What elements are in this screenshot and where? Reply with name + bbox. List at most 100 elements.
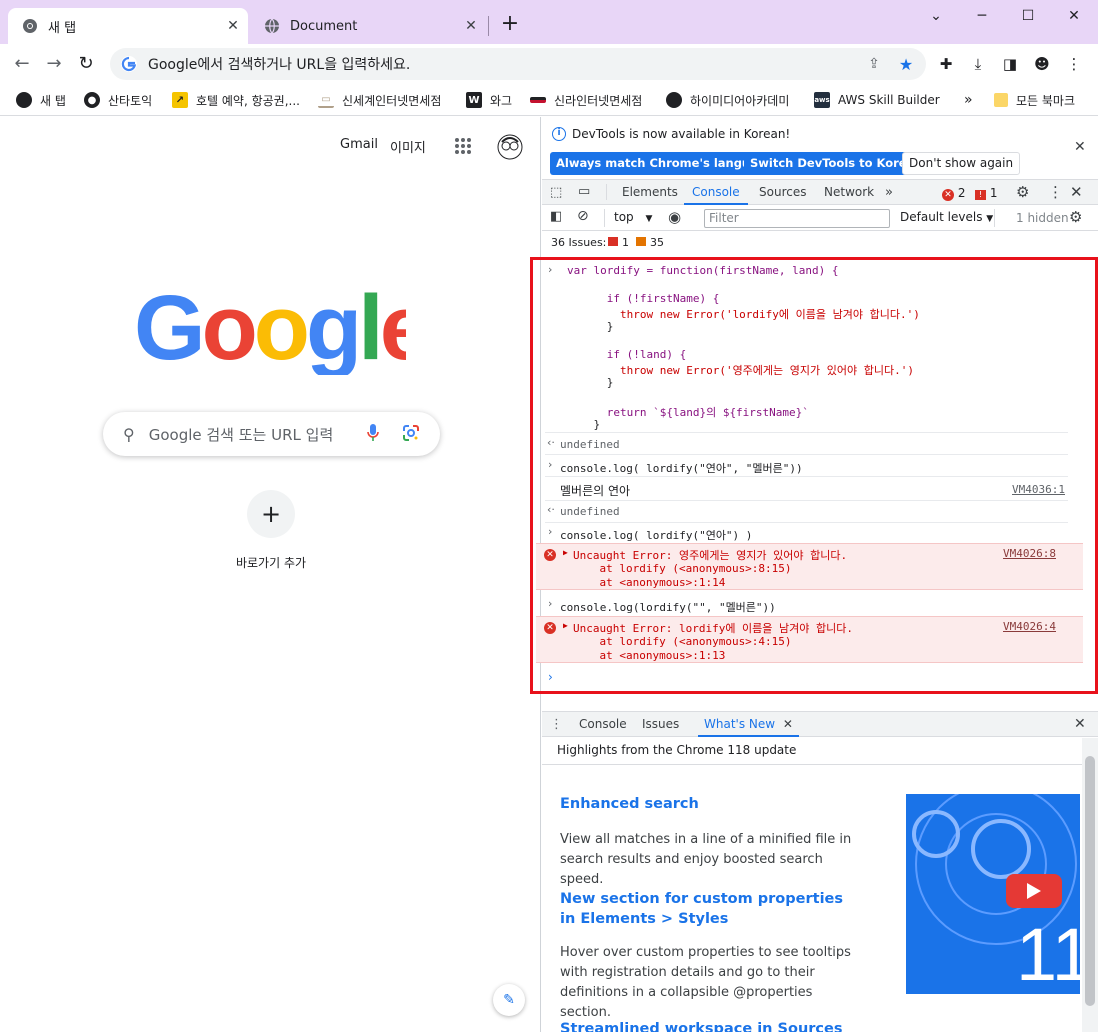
- issues-label: 36 Issues:: [551, 236, 607, 249]
- console-error-row[interactable]: ✕ ▶ Uncaught Error: lordify에 이름을 남겨야 합니다…: [536, 616, 1083, 663]
- address-bar[interactable]: Google에서 검색하거나 URL을 입력하세요. ⇪ ★: [110, 48, 926, 80]
- tab-separator: [488, 16, 489, 36]
- error-counter[interactable]: ✕ 2: [942, 186, 965, 201]
- customize-pencil-icon[interactable]: ✎: [493, 984, 525, 1016]
- voice-search-icon[interactable]: [366, 423, 386, 446]
- console-output[interactable]: › var lordify = function(firstName, land…: [530, 257, 1098, 694]
- drawer-tab-whats-new[interactable]: What's New ✕: [698, 712, 799, 737]
- gmail-link[interactable]: Gmail: [340, 137, 378, 152]
- source-link[interactable]: VM4026:4: [1003, 620, 1056, 633]
- search-placeholder: Google 검색 또는 URL 입력: [148, 425, 334, 444]
- issues-bar[interactable]: 36 Issues: 1 35: [542, 231, 1098, 255]
- all-bookmarks-folder[interactable]: 모든 북마크: [994, 90, 1075, 110]
- close-tab-icon[interactable]: ✕: [224, 18, 242, 34]
- tab-elements[interactable]: Elements: [622, 180, 678, 205]
- error-stack-line: at lordify (<anonymous>:8:15): [573, 562, 792, 575]
- warning-count: 1: [989, 186, 998, 200]
- bookmark-item[interactable]: ▭ 신세계인터넷면세점: [318, 90, 441, 110]
- bookmark-item[interactable]: 새 탭: [16, 90, 66, 110]
- drawer-menu-kebab-icon[interactable]: ⋮: [550, 717, 563, 732]
- tab-console[interactable]: Console: [684, 180, 748, 205]
- menu-kebab-icon[interactable]: ⋮: [1064, 54, 1084, 74]
- bookmark-item[interactable]: ● 산타토익: [84, 90, 152, 110]
- drawer-tab-issues[interactable]: Issues: [642, 712, 679, 737]
- inspect-element-icon[interactable]: ⬚: [550, 185, 562, 200]
- google-search-box[interactable]: ⚲ Google 검색 또는 URL 입력: [103, 412, 440, 456]
- console-error-row[interactable]: ✕ ▶ Uncaught Error: 영주에게는 영지가 있어야 합니다. a…: [536, 543, 1083, 590]
- bookmark-label: 새 탭: [40, 93, 66, 108]
- expand-triangle-icon[interactable]: ▶: [563, 621, 568, 630]
- expand-triangle-icon[interactable]: ▶: [563, 548, 568, 557]
- back-button[interactable]: ←: [10, 52, 34, 76]
- bookmark-item[interactable]: aws AWS Skill Builder: [814, 90, 940, 110]
- new-tab-page: Gmail 이미지 Google ⚲ Google 검색 또는 URL 입력 +…: [0, 117, 541, 1032]
- context-selector[interactable]: top ▼: [614, 210, 652, 224]
- input-prompt-icon: ›: [548, 597, 553, 610]
- log-levels-dropdown[interactable]: Default levels ▼: [900, 210, 993, 224]
- add-shortcut-button[interactable]: +: [247, 490, 295, 538]
- share-icon[interactable]: ⇪: [864, 56, 884, 72]
- drawer-tab-console[interactable]: Console: [579, 712, 627, 737]
- feature-title[interactable]: Streamlined workspace in Sources: [560, 1021, 842, 1032]
- close-tab-icon[interactable]: ✕: [462, 18, 480, 34]
- bookmark-star-icon[interactable]: ★: [896, 55, 916, 74]
- images-link[interactable]: 이미지: [390, 137, 426, 156]
- tab-new-tab[interactable]: 새 탭 ✕: [8, 8, 248, 44]
- minimize-button[interactable]: ─: [962, 4, 1002, 28]
- settings-gear-icon[interactable]: ⚙: [1016, 183, 1029, 201]
- close-window-button[interactable]: ✕: [1054, 4, 1094, 28]
- side-panel-icon[interactable]: ◨: [1000, 54, 1020, 74]
- scrollbar-thumb[interactable]: [1085, 756, 1095, 1006]
- new-tab-button[interactable]: +: [498, 12, 522, 36]
- aws-icon: aws: [814, 92, 830, 108]
- sidebar-toggle-icon[interactable]: ◧: [550, 209, 562, 224]
- warning-counter[interactable]: ! 1: [975, 186, 997, 200]
- reload-button[interactable]: ↻: [74, 52, 98, 76]
- feature-title[interactable]: New section for custom properties in Ele…: [560, 889, 860, 929]
- console-prompt-input[interactable]: ›: [548, 670, 553, 684]
- clear-console-icon[interactable]: ⊘: [577, 208, 589, 224]
- bookmark-item[interactable]: 신라인터넷면세점: [530, 90, 642, 110]
- close-tab-icon[interactable]: ✕: [783, 717, 793, 731]
- forward-button[interactable]: →: [42, 52, 66, 76]
- error-icon: ✕: [544, 622, 556, 634]
- dont-show-again-button[interactable]: Don't show again: [902, 152, 1021, 175]
- bookmark-item[interactable]: W 와그: [466, 90, 512, 110]
- console-command: console.log( lordify("연아", "멜버른")): [560, 462, 803, 475]
- lens-search-icon[interactable]: [402, 424, 422, 445]
- bookmarks-overflow-button[interactable]: »: [964, 90, 973, 110]
- source-link[interactable]: VM4036:1: [1012, 483, 1065, 496]
- language-infobar: i DevTools is now available in Korean! ✕…: [542, 117, 1098, 177]
- devtools-tab-bar: ⬚ ▭ Elements Console Sources Network » ✕…: [542, 179, 1098, 205]
- more-tabs-icon[interactable]: »: [885, 180, 893, 205]
- feature-title[interactable]: Enhanced search: [560, 796, 699, 812]
- bookmark-item[interactable]: 하이미디어아카데미: [666, 90, 789, 110]
- device-toolbar-icon[interactable]: ▭: [578, 184, 590, 199]
- profile-avatar-icon[interactable]: ☻: [1032, 54, 1052, 74]
- account-avatar-icon[interactable]: [497, 134, 523, 160]
- maximize-button[interactable]: ☐: [1008, 4, 1048, 28]
- console-filter-input[interactable]: Filter: [704, 209, 890, 228]
- source-link[interactable]: VM4026:8: [1003, 547, 1056, 560]
- customize-kebab-icon[interactable]: ⋮: [1048, 183, 1063, 201]
- tab-network[interactable]: Network: [824, 180, 874, 205]
- tab-search-icon[interactable]: ⌄: [916, 4, 956, 28]
- close-drawer-icon[interactable]: ✕: [1074, 716, 1086, 732]
- tab-sources[interactable]: Sources: [759, 180, 806, 205]
- extensions-icon[interactable]: ✚: [936, 54, 956, 74]
- tab-document[interactable]: Document ✕: [250, 8, 486, 44]
- console-settings-icon[interactable]: ⚙: [1069, 208, 1082, 226]
- download-icon[interactable]: ⤓: [968, 54, 988, 74]
- divider: [542, 764, 1082, 765]
- live-expression-eye-icon[interactable]: ◉: [668, 208, 681, 226]
- close-devtools-icon[interactable]: ✕: [1070, 183, 1083, 201]
- close-infobar-icon[interactable]: ✕: [1074, 139, 1086, 155]
- add-shortcut-label: 바로가기 추가: [235, 556, 307, 570]
- console-code-line: if (!firstName) {: [567, 292, 720, 305]
- issue-error-icon: [608, 237, 618, 246]
- switch-to-korean-button[interactable]: Switch DevTools to Korean: [744, 152, 929, 175]
- whats-new-scrollbar[interactable]: [1082, 738, 1098, 1032]
- bookmark-item[interactable]: ↗ 호텔 예약, 항공권,...: [172, 90, 300, 110]
- apps-grid-icon[interactable]: [454, 137, 472, 155]
- issues-warning-count: 35: [650, 236, 664, 249]
